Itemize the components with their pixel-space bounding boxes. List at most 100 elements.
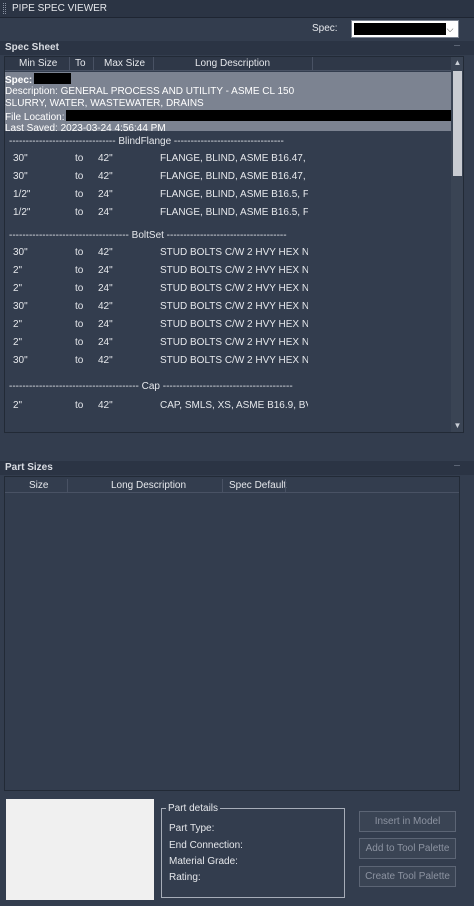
cell-min: 30" — [13, 301, 28, 312]
arrow-up-icon[interactable]: ▲ — [451, 57, 463, 69]
cell-to: to — [75, 319, 84, 330]
spec-description-line2: SLURRY, WATER, WASTEWATER, DRAINS — [5, 98, 204, 109]
col-size[interactable]: Size — [29, 480, 48, 491]
cell-min: 30" — [13, 153, 28, 164]
table-row[interactable]: 30" to 42" FLANGE, BLIND, ASME B16.47, S… — [5, 167, 451, 185]
rating-label: Rating: — [169, 872, 201, 883]
scroll-thumb[interactable] — [453, 71, 462, 176]
arrow-down-icon[interactable]: ▼ — [451, 420, 463, 432]
cell-to: to — [75, 301, 84, 312]
cell-desc: STUD BOLTS C/W 2 HVY HEX NUTS, A193 — [160, 301, 308, 312]
part-sizes-grid-header: Size Long Description Spec Default — [5, 479, 459, 493]
cell-max: 24" — [98, 283, 113, 294]
last-saved: Last Saved: 2023-03-24 4:56:44 PM — [5, 123, 166, 134]
cell-to: to — [75, 207, 84, 218]
collapse-icon[interactable] — [454, 45, 460, 51]
cell-max: 24" — [98, 265, 113, 276]
cell-min: 30" — [13, 247, 28, 258]
cell-min: 2" — [13, 265, 23, 276]
cell-desc: STUD BOLTS C/W 2 HVY HEX NUTS, A193 — [160, 247, 308, 258]
cell-min: 2" — [13, 400, 23, 411]
cell-to: to — [75, 265, 84, 276]
redacted-spec-value — [354, 23, 446, 35]
cell-desc: FLANGE, BLIND, ASME B16.47, SERIES A — [160, 153, 308, 164]
col-spec-default[interactable]: Spec Default — [229, 480, 286, 491]
part-type-label: Part Type: — [169, 823, 215, 834]
end-connection-label: End Connection: — [169, 840, 243, 851]
grip-icon[interactable] — [3, 3, 6, 14]
redacted-file-location — [66, 110, 455, 121]
cell-min: 30" — [13, 355, 28, 366]
col-long-description[interactable]: Long Description — [111, 480, 186, 491]
cell-max: 24" — [98, 207, 113, 218]
group-header-boltset: ------------------------------------ Bol… — [9, 230, 287, 241]
table-row[interactable]: 2" to 42" CAP, SMLS, XS, ASME B16.9, BV,… — [5, 396, 451, 414]
material-grade-label: Material Grade: — [169, 856, 238, 867]
cell-min: 1/2" — [13, 189, 31, 200]
chevron-down-icon[interactable]: ⌵ — [444, 22, 456, 36]
cell-desc: STUD BOLTS C/W 2 HVY HEX NUTS, A193 — [160, 355, 308, 366]
cell-to: to — [75, 171, 84, 182]
col-max-size[interactable]: Max Size — [104, 58, 145, 69]
cell-max: 42" — [98, 171, 113, 182]
table-row[interactable]: 30" to 42" FLANGE, BLIND, ASME B16.47, S… — [5, 149, 451, 167]
cell-max: 42" — [98, 400, 113, 411]
cell-desc: STUD BOLTS C/W 2 HVY HEX NUTS, A193 — [160, 319, 308, 330]
col-min-size[interactable]: Min Size — [19, 58, 57, 69]
cell-max: 24" — [98, 319, 113, 330]
cell-to: to — [75, 247, 84, 258]
col-long-description[interactable]: Long Description — [195, 58, 270, 69]
spec-info-label: Spec: — [5, 75, 33, 86]
spec-info-block: Spec: Description: GENERAL PROCESS AND U… — [5, 72, 455, 134]
table-row[interactable]: 2" to 24" STUD BOLTS C/W 2 HVY HEX NUTS,… — [5, 261, 451, 279]
group-header-cap: --------------------------------------- … — [9, 381, 293, 392]
spec-sheet-title: Spec Sheet — [5, 42, 59, 53]
cell-desc: FLANGE, BLIND, ASME B16.5, FL, CL150 — [160, 189, 308, 200]
table-row[interactable]: 1/2" to 24" FLANGE, BLIND, ASME B16.5, F… — [5, 203, 451, 221]
cell-desc: STUD BOLTS C/W 2 HVY HEX NUTS, A193 — [160, 337, 308, 348]
spec-sheet-header[interactable]: Spec Sheet — [0, 41, 474, 55]
window-title: PIPE SPEC VIEWER — [12, 3, 108, 14]
cell-min: 2" — [13, 319, 23, 330]
create-tool-palette-button[interactable]: Create Tool Palette — [359, 866, 456, 887]
part-details-group — [161, 808, 345, 898]
cell-desc: FLANGE, BLIND, ASME B16.5, FL, CL150 — [160, 207, 308, 218]
cell-max: 42" — [98, 153, 113, 164]
table-row[interactable]: 2" to 24" STUD BOLTS C/W 2 HVY HEX NUTS,… — [5, 279, 451, 297]
cell-to: to — [75, 153, 84, 164]
cell-min: 2" — [13, 283, 23, 294]
cell-min: 30" — [13, 171, 28, 182]
add-to-tool-palette-button[interactable]: Add to Tool Palette — [359, 838, 456, 859]
part-sizes-title: Part Sizes — [5, 462, 53, 473]
insert-in-model-button[interactable]: Insert in Model — [359, 811, 456, 832]
title-bar: PIPE SPEC VIEWER — [0, 0, 474, 18]
table-row[interactable]: 30" to 42" STUD BOLTS C/W 2 HVY HEX NUTS… — [5, 351, 451, 369]
cell-min: 1/2" — [13, 207, 31, 218]
col-to[interactable]: To — [75, 58, 86, 69]
table-row[interactable]: 2" to 24" STUD BOLTS C/W 2 HVY HEX NUTS,… — [5, 333, 451, 351]
part-details-legend: Part details — [166, 803, 221, 814]
part-preview-image — [6, 799, 154, 900]
file-location-label: File Location: — [5, 112, 65, 123]
group-header-blindflange: -------------------------------- BlindFl… — [9, 136, 284, 147]
cell-desc: STUD BOLTS C/W 2 HVY HEX NUTS, A193 — [160, 283, 308, 294]
cell-to: to — [75, 189, 84, 200]
spec-dropdown[interactable]: ⌵ — [351, 20, 459, 38]
table-row[interactable]: 2" to 24" STUD BOLTS C/W 2 HVY HEX NUTS,… — [5, 315, 451, 333]
spec-sheet-grid: Min Size To Max Size Long Description Sp… — [4, 56, 464, 433]
part-sizes-header[interactable]: Part Sizes — [0, 461, 474, 475]
table-row[interactable]: 30" to 42" STUD BOLTS C/W 2 HVY HEX NUTS… — [5, 297, 451, 315]
part-sizes-grid: Size Long Description Spec Default — [4, 476, 460, 791]
collapse-icon[interactable] — [454, 465, 460, 471]
table-row[interactable]: 1/2" to 24" FLANGE, BLIND, ASME B16.5, F… — [5, 185, 451, 203]
cell-to: to — [75, 283, 84, 294]
spec-label: Spec: — [312, 23, 338, 34]
redacted-spec-name — [34, 73, 72, 84]
cell-desc: STUD BOLTS C/W 2 HVY HEX NUTS, A193 — [160, 265, 308, 276]
cell-to: to — [75, 400, 84, 411]
cell-max: 24" — [98, 189, 113, 200]
table-row[interactable]: 30" to 42" STUD BOLTS C/W 2 HVY HEX NUTS… — [5, 243, 451, 261]
cell-max: 42" — [98, 301, 113, 312]
spec-sheet-scrollbar[interactable]: ▲ ▼ — [451, 57, 463, 432]
cell-to: to — [75, 337, 84, 348]
